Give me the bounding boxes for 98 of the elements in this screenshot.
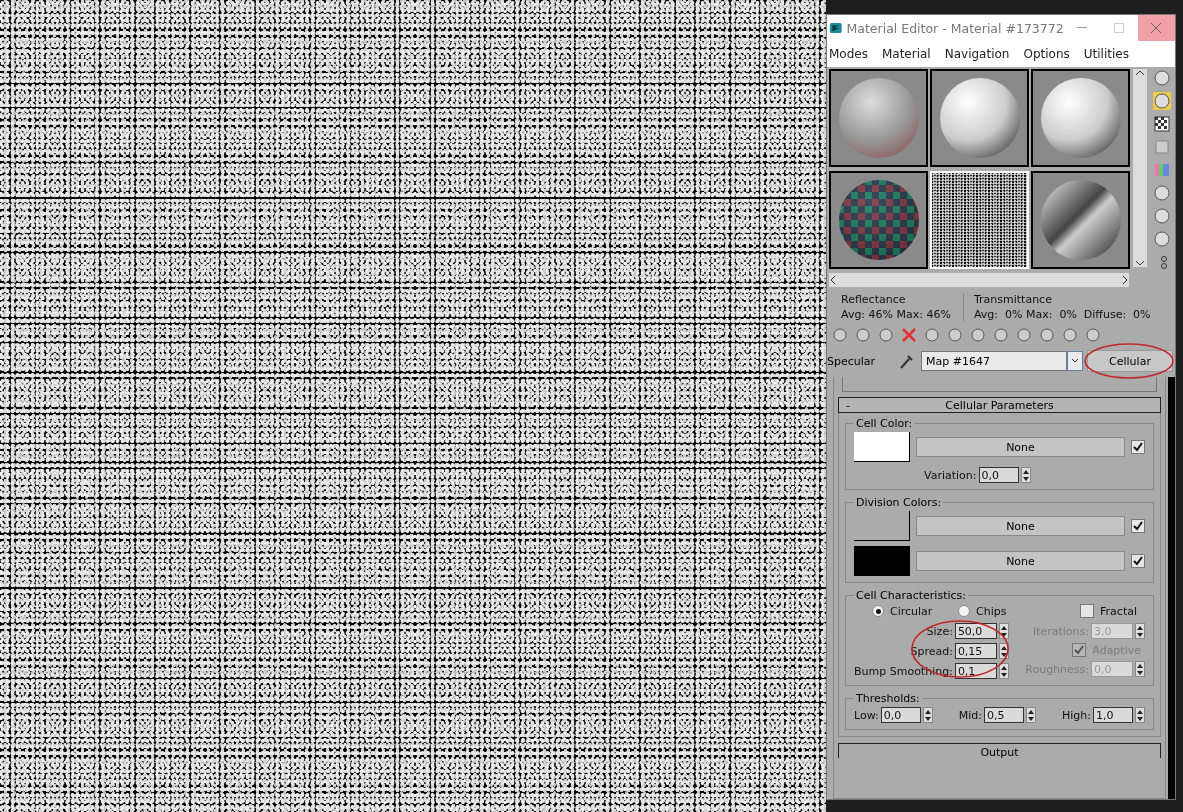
spinner-arrows-icon[interactable] <box>998 623 1009 639</box>
close-button[interactable] <box>1137 15 1175 41</box>
field-label: High: <box>1062 708 1091 722</box>
minimize-icon <box>1077 27 1088 29</box>
radio-label: Chips <box>976 604 1007 618</box>
field-label: Size: <box>926 624 953 638</box>
toolbar-icon[interactable] <box>992 326 1010 344</box>
sphere-preview-icon <box>1038 76 1123 160</box>
radio-label: Circular <box>890 604 933 618</box>
spinner-arrows-icon[interactable] <box>1026 707 1036 723</box>
group-title: Division Colors: <box>855 496 943 509</box>
checkbox[interactable] <box>1080 604 1095 618</box>
sphere-icon[interactable] <box>1152 69 1171 87</box>
window-title: Material Editor - Material #173772 <box>846 20 1064 36</box>
stat-values: Avg: 46% Max: 46% <box>841 308 951 321</box>
toolbar-icon[interactable] <box>831 326 849 344</box>
map-channel-label: Specular <box>827 354 877 368</box>
field-label: Low: <box>854 708 879 722</box>
group-title: Cell Color: <box>855 417 914 430</box>
toolbar-icon[interactable] <box>946 326 964 344</box>
rollout-header[interactable]: Output <box>838 743 1161 758</box>
menu-item[interactable]: Material <box>881 47 931 61</box>
rollout-toggle[interactable]: - <box>839 398 857 412</box>
checkbox[interactable] <box>1131 554 1145 568</box>
horizontal-scrollbar[interactable] <box>829 273 1129 287</box>
menu-item[interactable]: Utilities <box>1083 47 1129 61</box>
close-icon <box>1150 22 1163 34</box>
map-button[interactable]: None <box>916 516 1125 536</box>
toolbar-icon[interactable] <box>1038 326 1056 344</box>
radio-button[interactable] <box>958 605 970 617</box>
group-title: Cell Characteristics: <box>855 589 967 602</box>
radio-button[interactable] <box>872 605 884 617</box>
number-field[interactable]: 1,0 <box>1093 707 1133 723</box>
number-field[interactable]: 0,1 <box>954 663 997 679</box>
spinner-arrows-icon[interactable] <box>1020 467 1031 483</box>
toolbar-icon[interactable] <box>877 326 895 344</box>
sphere-preview-icon <box>937 76 1022 160</box>
group-title: Thresholds: <box>855 692 921 705</box>
scroll-left-icon[interactable] <box>829 275 837 285</box>
menu-item[interactable]: Options <box>1023 47 1070 61</box>
toolbar-icon[interactable] <box>1084 326 1102 344</box>
toolbar-icon[interactable] <box>1015 326 1033 344</box>
delete-icon[interactable] <box>900 326 918 344</box>
sample-slot[interactable] <box>829 171 928 269</box>
checkbox-label: Fractal <box>1100 604 1137 618</box>
rollout-title: Cellular Parameters <box>944 398 1055 412</box>
stat-label: Reflectance <box>841 293 907 306</box>
app-icon <box>829 20 843 36</box>
toolbar-icon[interactable] <box>923 326 941 344</box>
field-label: Mid: <box>958 708 982 722</box>
spinner-arrows-icon[interactable] <box>998 643 1009 659</box>
vertical-scrollbar[interactable] <box>1133 69 1148 267</box>
map-button[interactable]: None <box>916 437 1125 457</box>
spinner-arrows-icon[interactable] <box>998 663 1009 679</box>
checkmark-icon <box>1133 521 1143 531</box>
sample-slot[interactable] <box>1031 69 1130 167</box>
toolbar-icon[interactable] <box>854 326 872 344</box>
map-type-button[interactable]: Cellular <box>1087 350 1173 372</box>
panel-scrollbar[interactable] <box>1168 377 1175 799</box>
eyedropper-icon[interactable] <box>899 353 913 369</box>
sphere-preview-icon <box>836 76 921 160</box>
menu-item[interactable]: Navigation <box>944 47 1010 61</box>
spinner-arrows-icon[interactable] <box>1135 707 1145 723</box>
maximize-icon <box>1114 23 1125 33</box>
sample-slot[interactable] <box>930 69 1029 167</box>
scroll-down-icon[interactable] <box>1135 259 1146 267</box>
checker-icon[interactable] <box>1152 115 1171 133</box>
spinner-arrows-icon[interactable] <box>1135 623 1145 639</box>
sample-slot[interactable] <box>1031 171 1130 269</box>
stat-label: Transmittance <box>973 293 1053 306</box>
color-chart-icon[interactable] <box>1152 161 1171 179</box>
checkmark-icon <box>1133 442 1143 452</box>
scroll-up-icon[interactable] <box>1135 69 1146 77</box>
sphere-preview-icon <box>836 178 921 262</box>
scroll-right-icon[interactable] <box>1121 275 1129 285</box>
number-field[interactable]: 0,15 <box>954 643 997 659</box>
checkbox[interactable] <box>1131 440 1145 454</box>
map-button[interactable]: None <box>916 551 1125 571</box>
number-field[interactable]: 0,5 <box>984 707 1024 723</box>
number-field[interactable]: 50,0 <box>954 623 997 639</box>
map-name-field[interactable]: Map #1647 <box>921 351 1067 371</box>
rollout-header[interactable]: - Cellular Parameters <box>838 397 1161 413</box>
checkbox[interactable] <box>1131 519 1145 533</box>
sample-slot[interactable] <box>829 69 928 167</box>
checkmark-icon <box>1074 645 1085 655</box>
stat-values: Avg: 0% Max: 0% Diffuse: 0% <box>973 308 1151 321</box>
toolbar-icon[interactable] <box>969 326 987 344</box>
toolbar-icon[interactable] <box>1061 326 1079 344</box>
checkmark-icon <box>1133 556 1143 566</box>
sphere-preview-icon <box>1038 178 1123 262</box>
spinner-arrows-icon[interactable] <box>1135 661 1145 677</box>
number-field[interactable]: 0,0 <box>880 707 921 723</box>
field-label: Variation: <box>924 468 977 482</box>
number-field[interactable]: 0,0 <box>978 467 1019 483</box>
color-swatch[interactable] <box>854 546 910 576</box>
menu-item[interactable]: Modes <box>829 47 868 61</box>
color-swatch[interactable] <box>854 432 910 462</box>
spinner-arrows-icon[interactable] <box>922 707 933 723</box>
